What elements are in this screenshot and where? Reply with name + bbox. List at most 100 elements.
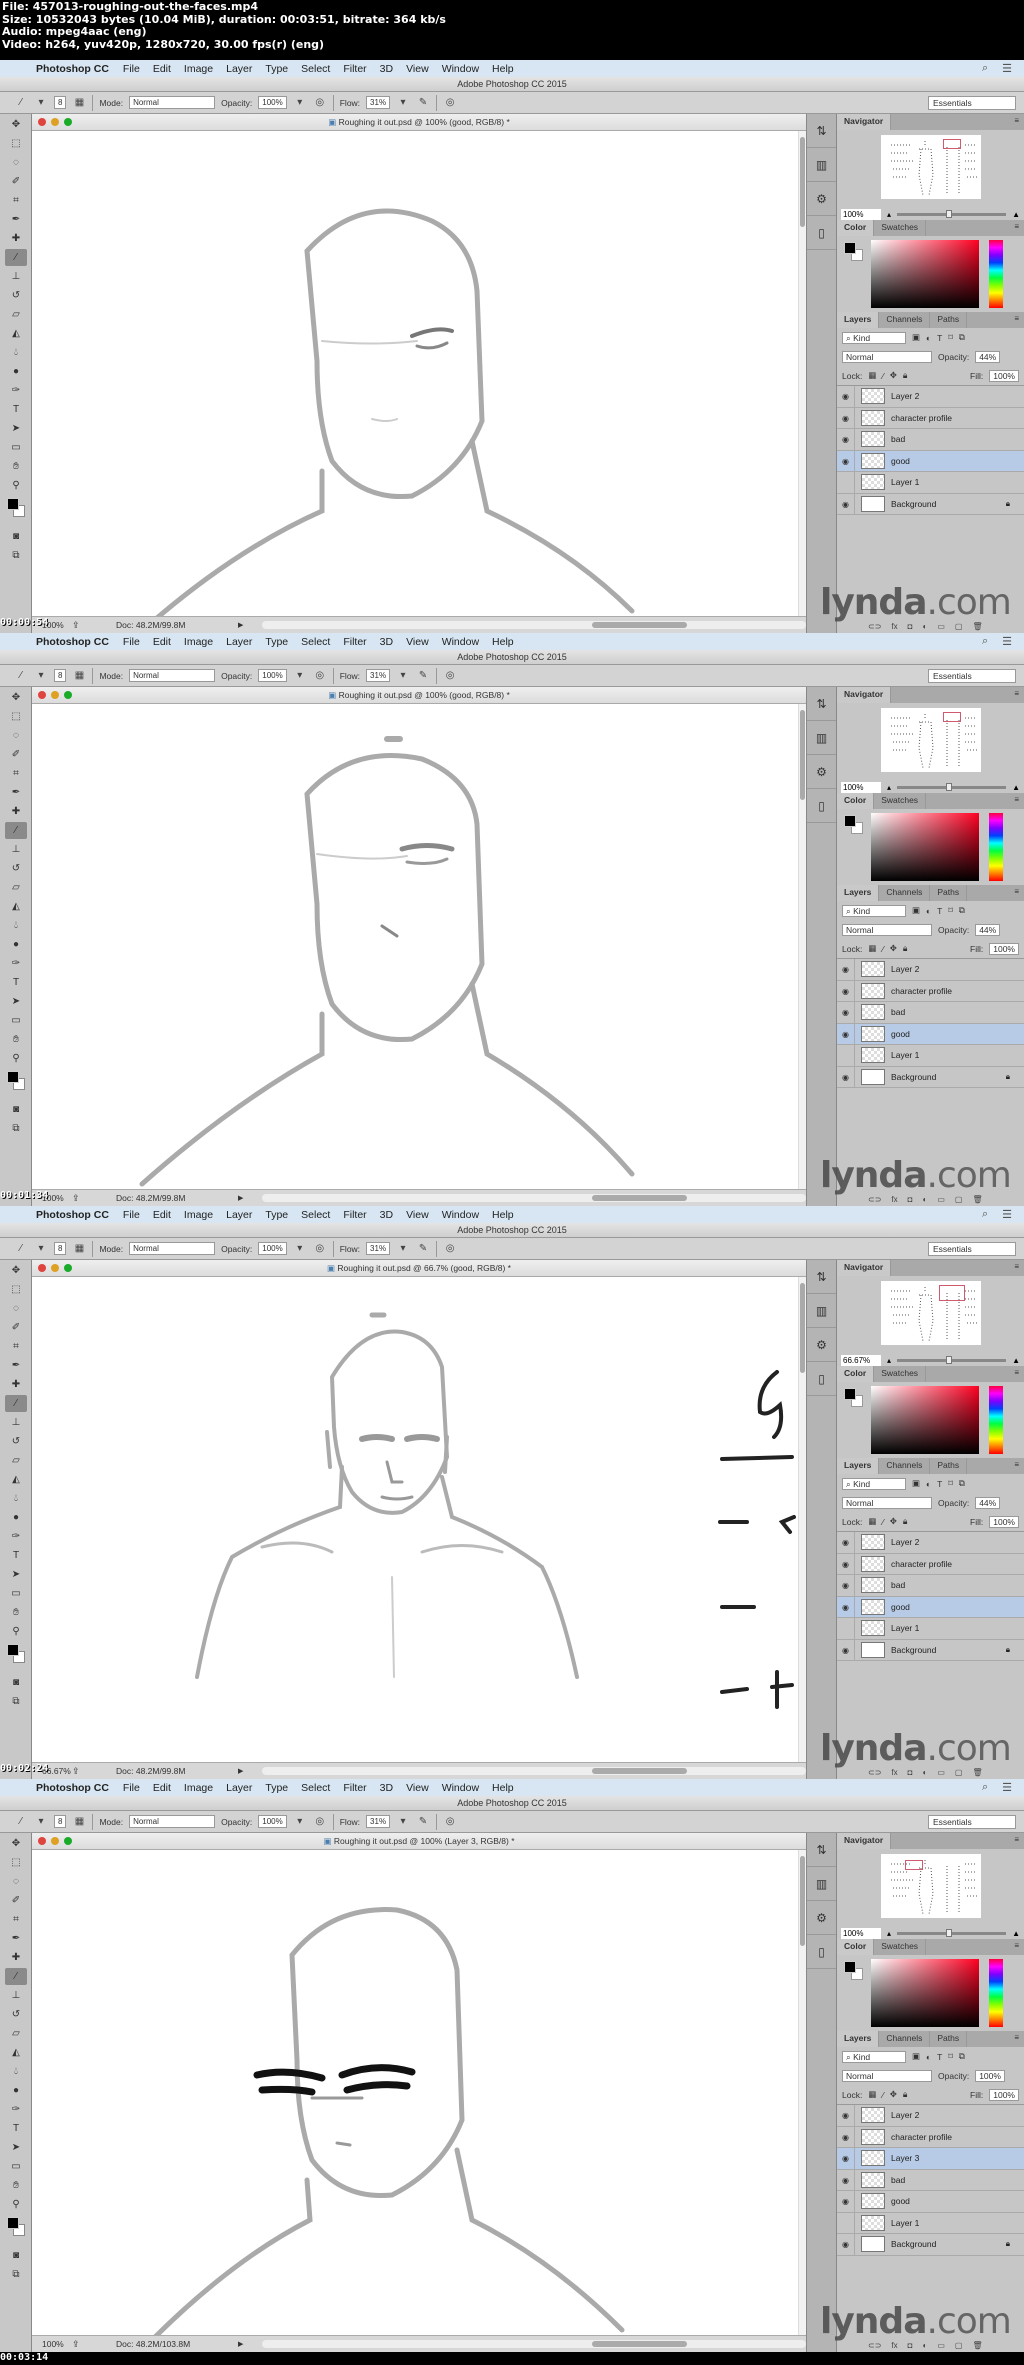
history-brush-tool-icon[interactable]: ↺ bbox=[5, 2006, 27, 2023]
path-selection-tool-icon[interactable]: ➤ bbox=[5, 993, 27, 1010]
lock-all-icon[interactable]: 🔒︎ bbox=[903, 370, 908, 381]
filter-kind-select[interactable]: ⌕ Kind bbox=[842, 2050, 906, 2063]
eraser-tool-icon[interactable]: ▱ bbox=[5, 1452, 27, 1469]
quick-mask-icon[interactable]: ◙ bbox=[5, 1674, 27, 1691]
hand-tool-icon[interactable]: ✋︎ bbox=[5, 1604, 27, 1621]
tab-paths[interactable]: Paths bbox=[930, 2031, 968, 2047]
layer-row[interactable]: ◉ Layer 2 bbox=[837, 2105, 1024, 2127]
notification-list-icon[interactable]: ☰ bbox=[1002, 1208, 1012, 1221]
zoom-in-icon[interactable]: ▲ bbox=[1012, 1356, 1020, 1365]
flow-input[interactable]: 31% bbox=[366, 96, 391, 109]
navigator-zoom-input[interactable]: 66.67% bbox=[841, 1354, 881, 1366]
navigator-preview[interactable] bbox=[881, 1281, 981, 1345]
eye-icon[interactable]: ◉ bbox=[837, 386, 855, 407]
filter-smart-object-icon[interactable]: ⧉ bbox=[959, 905, 965, 916]
foreground-color-swatch[interactable] bbox=[7, 1071, 19, 1083]
zoom-in-icon[interactable]: ▲ bbox=[1012, 1929, 1020, 1938]
dodge-tool-icon[interactable]: ● bbox=[5, 363, 27, 380]
properties-panel-icon[interactable]: ⚙ bbox=[807, 1901, 836, 1935]
blur-tool-icon[interactable]: 💧︎ bbox=[5, 344, 27, 361]
type-tool-icon[interactable]: T bbox=[5, 974, 27, 991]
quick-mask-icon[interactable]: ◙ bbox=[5, 528, 27, 545]
brush-tool-icon[interactable]: ⁄ bbox=[14, 1816, 28, 1827]
tab-navigator[interactable]: Navigator bbox=[837, 1260, 892, 1276]
color-field[interactable] bbox=[871, 240, 979, 308]
brush-tool-icon[interactable]: ⁄ bbox=[5, 1968, 27, 1985]
menu-layer[interactable]: Layer bbox=[226, 636, 252, 648]
path-selection-tool-icon[interactable]: ➤ bbox=[5, 2139, 27, 2156]
filter-adjustment-icon[interactable]: ◐ bbox=[926, 2052, 931, 2062]
filter-kind-select[interactable]: ⌕ Kind bbox=[842, 331, 906, 344]
eyedropper-tool-icon[interactable]: ✒ bbox=[5, 1357, 27, 1374]
zoom-window-button[interactable] bbox=[64, 691, 72, 699]
foreground-color-swatch[interactable] bbox=[844, 1961, 856, 1973]
menu-view[interactable]: View bbox=[406, 63, 429, 75]
mode-select[interactable]: Normal bbox=[129, 1815, 216, 1828]
menu-help[interactable]: Help bbox=[492, 63, 514, 75]
device-preview-icon[interactable]: ▯ bbox=[807, 1362, 836, 1396]
lock-all-icon[interactable]: 🔒︎ bbox=[903, 1516, 908, 1527]
foreground-color-swatch[interactable] bbox=[7, 498, 19, 510]
navigator-preview[interactable] bbox=[881, 135, 981, 199]
lock-position-icon[interactable]: ✥ bbox=[890, 1516, 897, 1527]
rectangle-tool-icon[interactable]: ▭ bbox=[5, 1585, 27, 1602]
lock-transparency-icon[interactable]: ▦ bbox=[868, 943, 876, 954]
slider-handle[interactable] bbox=[946, 1355, 953, 1364]
tab-swatches[interactable]: Swatches bbox=[874, 1939, 927, 1955]
navigator-zoom-slider[interactable] bbox=[897, 782, 1007, 791]
layer-style-icon[interactable]: fx bbox=[891, 1195, 897, 1204]
export-icon[interactable]: ⇪ bbox=[72, 1193, 98, 1204]
pressure-opacity-icon[interactable]: ◎ bbox=[313, 1816, 327, 1827]
zoom-tool-icon[interactable]: ⚲ bbox=[5, 1050, 27, 1067]
filter-pixel-icon[interactable]: ▣ bbox=[912, 1478, 920, 1489]
paint-bucket-tool-icon[interactable]: ◭ bbox=[5, 1471, 27, 1488]
marquee-tool-icon[interactable]: ⬚ bbox=[5, 708, 27, 725]
delete-layer-icon[interactable]: 🗑︎ bbox=[972, 2341, 982, 2350]
spotlight-search-icon[interactable]: ⌕ bbox=[982, 1208, 988, 1221]
horizontal-scrollbar[interactable] bbox=[262, 1194, 806, 1202]
quick-select-tool-icon[interactable]: ✐ bbox=[5, 746, 27, 763]
histogram-panel-icon[interactable]: ▥ bbox=[807, 148, 836, 182]
tab-color[interactable]: Color bbox=[837, 1366, 875, 1382]
lock-pixels-icon[interactable]: ⁄ bbox=[882, 1517, 883, 1527]
path-selection-tool-icon[interactable]: ➤ bbox=[5, 1566, 27, 1583]
foreground-color-swatch[interactable] bbox=[844, 242, 856, 254]
quick-select-tool-icon[interactable]: ✐ bbox=[5, 1319, 27, 1336]
export-icon[interactable]: ⇪ bbox=[72, 620, 98, 631]
menu-select[interactable]: Select bbox=[301, 1209, 330, 1221]
add-mask-icon[interactable]: ◘ bbox=[908, 622, 913, 631]
screen-mode-icon[interactable]: ⧉ bbox=[5, 1693, 27, 1710]
opacity-input[interactable]: 100% bbox=[258, 669, 287, 682]
navigator-view-box[interactable] bbox=[939, 1285, 965, 1301]
crop-tool-icon[interactable]: ⌗ bbox=[5, 765, 27, 782]
foreground-color-swatch[interactable] bbox=[7, 2217, 19, 2229]
zoom-tool-icon[interactable]: ⚲ bbox=[5, 2196, 27, 2213]
history-panel-icon[interactable]: ⇅ bbox=[807, 1833, 836, 1867]
fill-input[interactable]: 100% bbox=[989, 369, 1019, 382]
menu-file[interactable]: File bbox=[123, 63, 140, 75]
vertical-scrollbar[interactable] bbox=[798, 1277, 806, 1762]
adjustment-layer-icon[interactable]: ◐ bbox=[922, 622, 927, 631]
hand-tool-icon[interactable]: ✋︎ bbox=[5, 458, 27, 475]
filter-shape-icon[interactable]: ⌑ bbox=[948, 1478, 952, 1489]
hue-slider[interactable] bbox=[989, 813, 1003, 881]
clone-stamp-tool-icon[interactable]: ⊥ bbox=[5, 1987, 27, 2004]
horizontal-scrollbar[interactable] bbox=[262, 621, 806, 629]
new-layer-icon[interactable]: ▢ bbox=[955, 2341, 963, 2350]
pen-tool-icon[interactable]: ✑ bbox=[5, 955, 27, 972]
opacity-dropdown[interactable]: ▾ bbox=[293, 1243, 307, 1254]
flow-dropdown[interactable]: ▾ bbox=[396, 97, 410, 108]
tab-layers[interactable]: Layers bbox=[837, 2031, 880, 2047]
device-preview-icon[interactable]: ▯ bbox=[807, 1935, 836, 1969]
tab-layers[interactable]: Layers bbox=[837, 1458, 880, 1474]
tab-paths[interactable]: Paths bbox=[930, 1458, 968, 1474]
layer-style-icon[interactable]: fx bbox=[891, 2341, 897, 2350]
lock-position-icon[interactable]: ✥ bbox=[890, 2089, 897, 2100]
brush-panel-toggle-icon[interactable]: ▦ bbox=[72, 1816, 86, 1827]
eraser-tool-icon[interactable]: ▱ bbox=[5, 879, 27, 896]
eye-icon[interactable]: ◉ bbox=[837, 407, 855, 428]
panel-menu-icon[interactable]: ≡ bbox=[1009, 1260, 1024, 1276]
filter-smart-object-icon[interactable]: ⧉ bbox=[959, 2051, 965, 2062]
panel-menu-icon[interactable]: ≡ bbox=[1009, 687, 1024, 703]
lock-position-icon[interactable]: ✥ bbox=[890, 943, 897, 954]
